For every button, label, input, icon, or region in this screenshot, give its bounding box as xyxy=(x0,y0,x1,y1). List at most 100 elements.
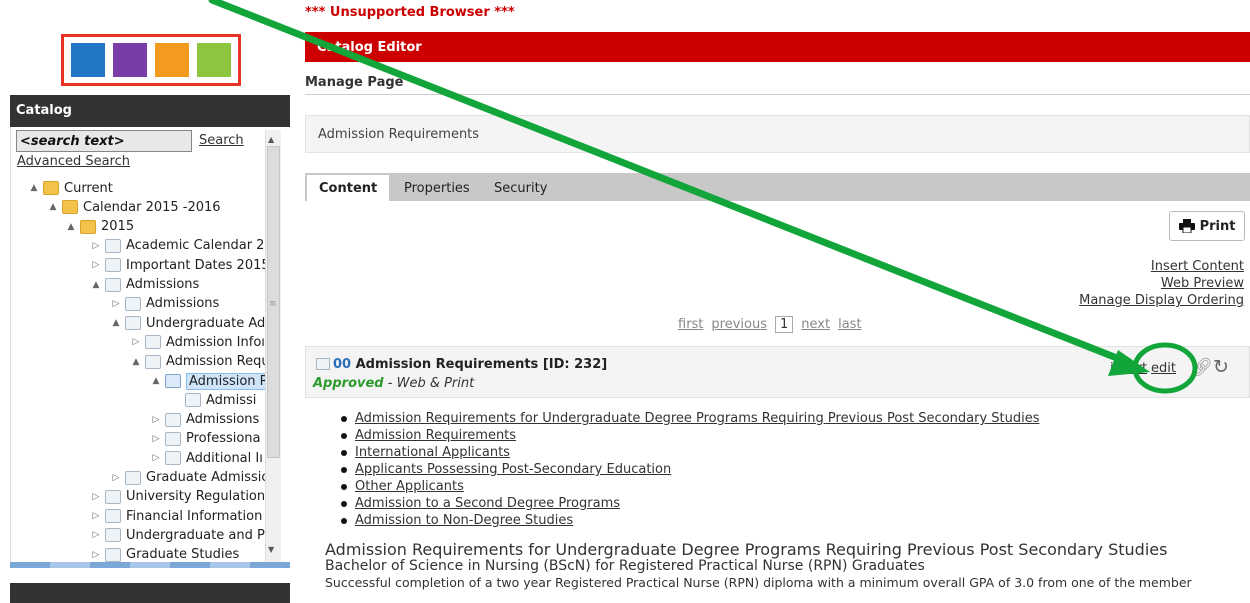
expanded-toggle-icon[interactable]: ▲ xyxy=(47,202,59,212)
insert-content-link[interactable]: Insert Content xyxy=(1151,259,1244,274)
tree-item-label[interactable]: Undergraduate Adı xyxy=(146,316,265,331)
tree-item[interactable]: ▷ Admissions xyxy=(150,410,260,430)
tree-item-label[interactable]: Graduate Admissio xyxy=(146,470,265,485)
pager-next[interactable]: next xyxy=(801,317,830,332)
tree-item[interactable]: ▷ Additional Iı xyxy=(150,448,263,468)
tree-item-label[interactable]: Undergraduate and Pro xyxy=(126,528,265,543)
collapsed-toggle-icon[interactable]: ▷ xyxy=(90,260,102,270)
content-link[interactable]: Admission Requirements xyxy=(355,428,516,443)
tree-item-label[interactable]: Important Dates 2015 xyxy=(126,258,265,273)
collapsed-toggle-icon[interactable]: ▷ xyxy=(90,492,102,502)
list-item: Admission to a Second Degree Programs xyxy=(355,495,1040,512)
link-icon[interactable]: 🔗︎ xyxy=(1190,357,1213,378)
refresh-icon[interactable]: ↻ xyxy=(1213,356,1229,378)
tree-item-label[interactable]: Admissions xyxy=(146,296,219,311)
content-link[interactable]: Admission to Non-Degree Studies xyxy=(355,513,573,528)
tree-item-label[interactable]: University Regulations xyxy=(126,489,265,504)
page-icon xyxy=(145,354,161,369)
tree-item[interactable]: ▲ Current xyxy=(28,178,113,198)
expanded-toggle-icon[interactable]: ▲ xyxy=(110,318,122,328)
search-input[interactable]: <search text> xyxy=(16,130,192,152)
item-edit-link[interactable]: edit xyxy=(1151,361,1176,376)
tree-item[interactable]: ▷ Graduate Admissio xyxy=(110,468,265,488)
tree-item[interactable]: ▷ Academic Calendar 20: xyxy=(90,236,265,256)
collapsed-toggle-icon[interactable]: ▷ xyxy=(90,550,102,560)
pager-first[interactable]: first xyxy=(678,317,703,332)
tree-item-label[interactable]: Current xyxy=(64,181,113,196)
search-button[interactable]: Search xyxy=(199,133,244,148)
tab-properties[interactable]: Properties xyxy=(392,175,482,201)
tree-item[interactable]: ▲ Calendar 2015 -2016 xyxy=(47,197,221,217)
tree-item[interactable]: ▷ Professiona xyxy=(150,429,261,449)
expanded-toggle-icon[interactable]: ▲ xyxy=(130,357,142,367)
expanded-toggle-icon[interactable]: ▲ xyxy=(150,376,162,386)
tree-item[interactable]: ▷ Financial Information xyxy=(90,506,263,526)
manage-display-ordering-link[interactable]: Manage Display Ordering xyxy=(1079,293,1244,308)
collapsed-toggle-icon[interactable]: ▷ xyxy=(110,473,122,483)
collapsed-toggle-icon[interactable]: ▷ xyxy=(90,511,102,521)
tree-item-label[interactable]: Admissions xyxy=(186,412,259,427)
collapsed-toggle-icon[interactable]: ▷ xyxy=(90,241,102,251)
collapsed-toggle-icon[interactable]: ▷ xyxy=(110,299,122,309)
tree-item-label[interactable]: Admissi xyxy=(206,393,256,408)
tree-item-label[interactable]: Academic Calendar 20: xyxy=(126,238,265,253)
folder-open-icon xyxy=(80,219,96,234)
tree-item[interactable]: ▲ Admission Requ xyxy=(130,352,265,372)
tree-item[interactable]: Admissi xyxy=(170,390,256,410)
page-icon xyxy=(105,277,121,292)
list-item: Admission to Non-Degree Studies xyxy=(355,512,1040,529)
tree-item-label[interactable]: Calendar 2015 -2016 xyxy=(83,200,221,215)
catalog-header: Catalog xyxy=(10,95,290,127)
tree-item-label[interactable]: 2015 xyxy=(101,219,134,234)
scroll-up-icon[interactable]: ▲ xyxy=(268,135,274,144)
collapsed-toggle-icon[interactable]: ▷ xyxy=(150,453,162,463)
content-link[interactable]: Admission to a Second Degree Programs xyxy=(355,496,620,511)
expanded-toggle-icon[interactable]: ▲ xyxy=(90,280,102,290)
pager-last[interactable]: last xyxy=(838,317,861,332)
content-link[interactable]: Other Applicants xyxy=(355,479,464,494)
tree-item[interactable]: ▲ 2015 xyxy=(65,217,135,237)
manage-page-heading: Manage Page xyxy=(305,75,404,90)
tree-item-label[interactable]: Professiona xyxy=(186,431,261,446)
tree-item-label[interactable]: Admission Requ xyxy=(166,354,265,369)
advanced-search-link[interactable]: Advanced Search xyxy=(17,154,130,169)
content-link[interactable]: Applicants Possessing Post-Secondary Edu… xyxy=(355,462,671,477)
page-icon xyxy=(105,509,121,524)
tree-item-label[interactable]: Financial Information xyxy=(126,509,262,524)
expanded-toggle-icon[interactable]: ▲ xyxy=(65,222,77,232)
tree-item[interactable]: ▲ Admission R xyxy=(150,371,265,391)
tree-item[interactable]: ▷ Undergraduate and Pro xyxy=(90,525,265,545)
tree-item[interactable]: ▷ Admissions xyxy=(110,294,220,314)
tree-item[interactable]: ▷ Important Dates 2015 xyxy=(90,255,265,275)
tab-content[interactable]: Content xyxy=(307,175,390,201)
collapsed-toggle-icon[interactable]: ▷ xyxy=(150,434,162,444)
scroll-grip-icon: ≡ xyxy=(269,299,277,309)
tree-item-label[interactable]: Graduate Studies xyxy=(126,547,239,562)
pager-previous[interactable]: previous xyxy=(711,317,767,332)
scroll-down-icon[interactable]: ▼ xyxy=(268,545,274,554)
expanded-toggle-icon[interactable]: ▲ xyxy=(28,183,40,193)
tree-item-label[interactable]: Admission Infoı xyxy=(166,335,265,350)
page-icon xyxy=(145,335,161,350)
tab-security[interactable]: Security xyxy=(482,175,559,201)
item-insert-link[interactable]: insert xyxy=(1110,361,1147,376)
content-link[interactable]: Admission Requirements for Undergraduate… xyxy=(355,411,1040,426)
collapsed-toggle-icon[interactable]: ▷ xyxy=(130,337,142,347)
content-paragraph: Successful completion of a two year Regi… xyxy=(325,575,1192,590)
folder-open-icon xyxy=(43,181,59,195)
tree-item-label[interactable]: Admission R xyxy=(186,372,265,390)
tree-item[interactable]: ▲ Undergraduate Adı xyxy=(110,313,265,333)
content-link[interactable]: International Applicants xyxy=(355,445,510,460)
page-icon xyxy=(125,470,141,485)
tree-item[interactable]: ▷ Admission Infoı xyxy=(130,332,265,352)
collapsed-toggle-icon[interactable]: ▷ xyxy=(90,530,102,540)
collapsed-toggle-icon[interactable]: ▷ xyxy=(150,415,162,425)
tree-item[interactable]: ▲ Admissions xyxy=(90,275,200,295)
web-preview-link[interactable]: Web Preview xyxy=(1161,276,1244,291)
page-icon xyxy=(105,547,121,562)
tree-item-label[interactable]: Additional Iı xyxy=(186,451,263,466)
tree-item-label[interactable]: Admissions xyxy=(126,277,199,292)
print-button[interactable]: Print xyxy=(1169,211,1245,241)
tree-item[interactable]: ▷ University Regulations xyxy=(90,487,265,507)
content-subheading: Bachelor of Science in Nursing (BScN) fo… xyxy=(325,558,925,574)
